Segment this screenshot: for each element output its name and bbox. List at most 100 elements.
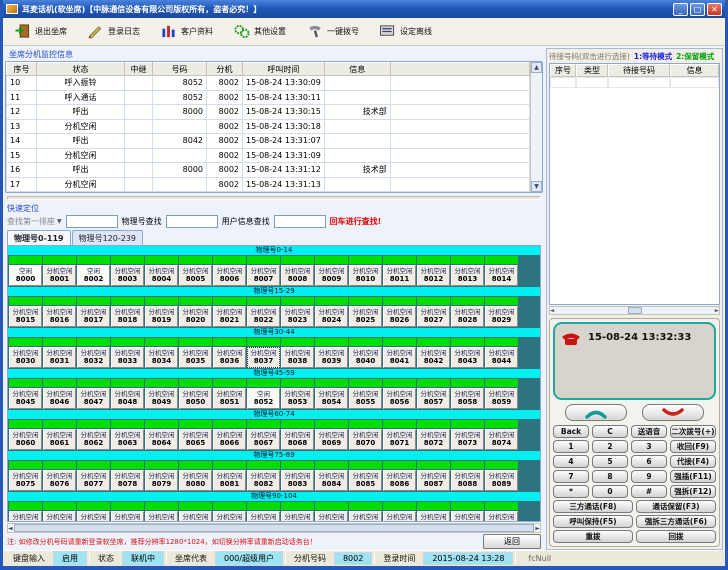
extension-button-8074[interactable]: 分机空闲8074 xyxy=(485,429,518,450)
toolbar-button-pen-log[interactable]: 登录日志 xyxy=(82,21,151,42)
extension-button-8083[interactable]: 分机空闲8083 xyxy=(281,470,314,491)
extension-button-8064[interactable]: 分机空闲8064 xyxy=(145,429,178,450)
function-button-F6[interactable]: 强拆三方通话(F6) xyxy=(636,515,716,528)
extension-button-8002[interactable]: 空闲8002 xyxy=(77,265,110,286)
toolbar-button-dial-hand[interactable]: 一键拨号 xyxy=(301,21,370,42)
waiting-h-scrollbar[interactable]: ◄ ► xyxy=(549,306,720,315)
table-row[interactable]: 12呼出8000800215-08-24 13:30:15技术部 xyxy=(7,105,530,120)
extension-button-8101[interactable]: 分机空闲8101 xyxy=(383,511,416,522)
extension-button-8061[interactable]: 分机空闲8061 xyxy=(43,429,76,450)
keypad-button-C[interactable]: C xyxy=(592,425,628,438)
back-button[interactable]: 返回 xyxy=(483,534,541,549)
extension-button-8045[interactable]: 分机空闲8045 xyxy=(9,388,42,409)
extension-button-8003[interactable]: 分机空闲8003 xyxy=(111,265,144,286)
extension-button-8100[interactable]: 分机空闲8100 xyxy=(349,511,382,522)
extension-button-8000[interactable]: 空闲8000 xyxy=(9,265,42,286)
keypad-button-4[interactable]: 4 xyxy=(553,455,589,468)
extension-button-8058[interactable]: 分机空闲8058 xyxy=(451,388,484,409)
keypad-button-Back[interactable]: Back xyxy=(553,425,589,438)
grid-h-scrollbar[interactable]: ◄ ► xyxy=(7,523,541,533)
scroll-left-icon[interactable]: ◄ xyxy=(8,525,13,532)
table-row[interactable]: 13分机空闲800215-08-24 13:30:18 xyxy=(7,119,530,134)
extension-button-8048[interactable]: 分机空闲8048 xyxy=(111,388,144,409)
extension-button-8078[interactable]: 分机空闲8078 xyxy=(111,470,144,491)
extension-button-8079[interactable]: 分机空闲8079 xyxy=(145,470,178,491)
extension-button-8053[interactable]: 分机空闲8053 xyxy=(281,388,314,409)
extension-button-8080[interactable]: 分机空闲8080 xyxy=(179,470,212,491)
extension-button-8084[interactable]: 分机空闲8084 xyxy=(315,470,348,491)
extension-button-8067[interactable]: 分机空闲8067 xyxy=(247,429,280,450)
tab-physical-120-239[interactable]: 物理号120-239 xyxy=(72,230,143,245)
extension-button-8089[interactable]: 分机空闲8089 xyxy=(485,470,518,491)
extension-button-8008[interactable]: 分机空闲8008 xyxy=(281,265,314,286)
keypad-button-6[interactable]: 6 xyxy=(631,455,667,468)
close-button[interactable]: ✕ xyxy=(707,3,722,16)
extension-button-8070[interactable]: 分机空闲8070 xyxy=(349,429,382,450)
extension-button-8073[interactable]: 分机空闲8073 xyxy=(451,429,484,450)
extension-button-8081[interactable]: 分机空闲8081 xyxy=(213,470,246,491)
extension-button-8010[interactable]: 分机空闲8010 xyxy=(349,265,382,286)
extension-button-8088[interactable]: 分机空闲8088 xyxy=(451,470,484,491)
extension-button-8050[interactable]: 分机空闲8050 xyxy=(179,388,212,409)
keypad-button-F12[interactable]: 强拆(F12) xyxy=(670,485,716,498)
extension-button-8039[interactable]: 分机空闲8039 xyxy=(315,347,348,368)
keypad-button-F4[interactable]: 代接(F4) xyxy=(670,455,716,468)
extension-button-8031[interactable]: 分机空闲8031 xyxy=(43,347,76,368)
extension-button-8011[interactable]: 分机空闲8011 xyxy=(383,265,416,286)
extension-button-8086[interactable]: 分机空闲8086 xyxy=(383,470,416,491)
scroll-left-icon[interactable]: ◄ xyxy=(550,308,554,314)
extension-button-8063[interactable]: 分机空闲8063 xyxy=(111,429,144,450)
extension-button-8092[interactable]: 分机空闲8092 xyxy=(77,511,110,522)
table-row[interactable]: 14呼出8042800215-08-24 13:31:07 xyxy=(7,134,530,149)
table-row[interactable]: 10呼入振铃8052800215-08-24 13:30:09 xyxy=(7,76,530,91)
table-row[interactable]: 16呼出8000800215-08-24 13:31:12技术部 xyxy=(7,163,530,178)
extension-button-8016[interactable]: 分机空闲8016 xyxy=(43,306,76,327)
extension-button-8075[interactable]: 分机空闲8075 xyxy=(9,470,42,491)
extension-button-8018[interactable]: 分机空闲8018 xyxy=(111,306,144,327)
physical-search-input[interactable] xyxy=(166,215,218,228)
extension-button-8034[interactable]: 分机空闲8034 xyxy=(145,347,178,368)
extension-button-8051[interactable]: 分机空闲8051 xyxy=(213,388,246,409)
extension-button-8047[interactable]: 分机空闲8047 xyxy=(77,388,110,409)
extension-button-8071[interactable]: 分机空闲8071 xyxy=(383,429,416,450)
hangup-button[interactable] xyxy=(642,404,704,421)
toolbar-button-gears[interactable]: 其他设置 xyxy=(228,21,297,42)
extension-button-8025[interactable]: 分机空闲8025 xyxy=(349,306,382,327)
waiting-table[interactable]: 序号 类型 待接号码 信息 xyxy=(549,63,720,305)
scroll-thumb[interactable] xyxy=(628,307,642,314)
keypad-button-2[interactable]: 2 xyxy=(592,440,628,453)
extension-button-8043[interactable]: 分机空闲8043 xyxy=(451,347,484,368)
extension-button-8095[interactable]: 分机空闲8095 xyxy=(179,511,212,522)
extension-button-8076[interactable]: 分机空闲8076 xyxy=(43,470,76,491)
extension-button-8065[interactable]: 分机空闲8065 xyxy=(179,429,212,450)
table-row[interactable]: 11呼入通话8052800215-08-24 13:30:11 xyxy=(7,90,530,105)
keypad-button-8[interactable]: 8 xyxy=(592,470,628,483)
maximize-button[interactable]: □ xyxy=(690,3,705,16)
table-row[interactable]: 15分机空闲800215-08-24 13:31:09 xyxy=(7,148,530,163)
answer-button[interactable] xyxy=(565,404,627,421)
extension-button-8066[interactable]: 分机空闲8066 xyxy=(213,429,246,450)
extension-button-8055[interactable]: 分机空闲8055 xyxy=(349,388,382,409)
extension-button-8068[interactable]: 分机空闲8068 xyxy=(281,429,314,450)
extension-button-8040[interactable]: 分机空闲8040 xyxy=(349,347,382,368)
extension-button-8096[interactable]: 分机空闲8096 xyxy=(213,511,246,522)
keypad-button-9[interactable]: 9 xyxy=(631,470,667,483)
extension-button-8056[interactable]: 分机空闲8056 xyxy=(383,388,416,409)
keypad-button-[interactable]: 二次拨号(+) xyxy=(670,425,716,438)
extension-button-8032[interactable]: 分机空闲8032 xyxy=(77,347,110,368)
extension-button-8006[interactable]: 分机空闲8006 xyxy=(213,265,246,286)
extension-button-8024[interactable]: 分机空闲8024 xyxy=(315,306,348,327)
extension-button-8001[interactable]: 分机空闲8001 xyxy=(43,265,76,286)
extension-button-8014[interactable]: 分机空闲8014 xyxy=(485,265,518,286)
keypad-button-1[interactable]: 1 xyxy=(553,440,589,453)
extension-button-8007[interactable]: 分机空闲8007 xyxy=(247,265,280,286)
extension-button-8033[interactable]: 分机空闲8033 xyxy=(111,347,144,368)
keypad-button-[interactable]: 送语音 xyxy=(631,425,667,438)
scroll-up-icon[interactable]: ▲ xyxy=(531,62,542,73)
extension-button-8015[interactable]: 分机空闲8015 xyxy=(9,306,42,327)
extension-button-8038[interactable]: 分机空闲8038 xyxy=(281,347,314,368)
function-button-F3[interactable]: 通话保留(F3) xyxy=(636,500,716,513)
extension-button-8054[interactable]: 分机空闲8054 xyxy=(315,388,348,409)
extension-button-8044[interactable]: 分机空闲8044 xyxy=(485,347,518,368)
user-search-input[interactable] xyxy=(274,215,326,228)
